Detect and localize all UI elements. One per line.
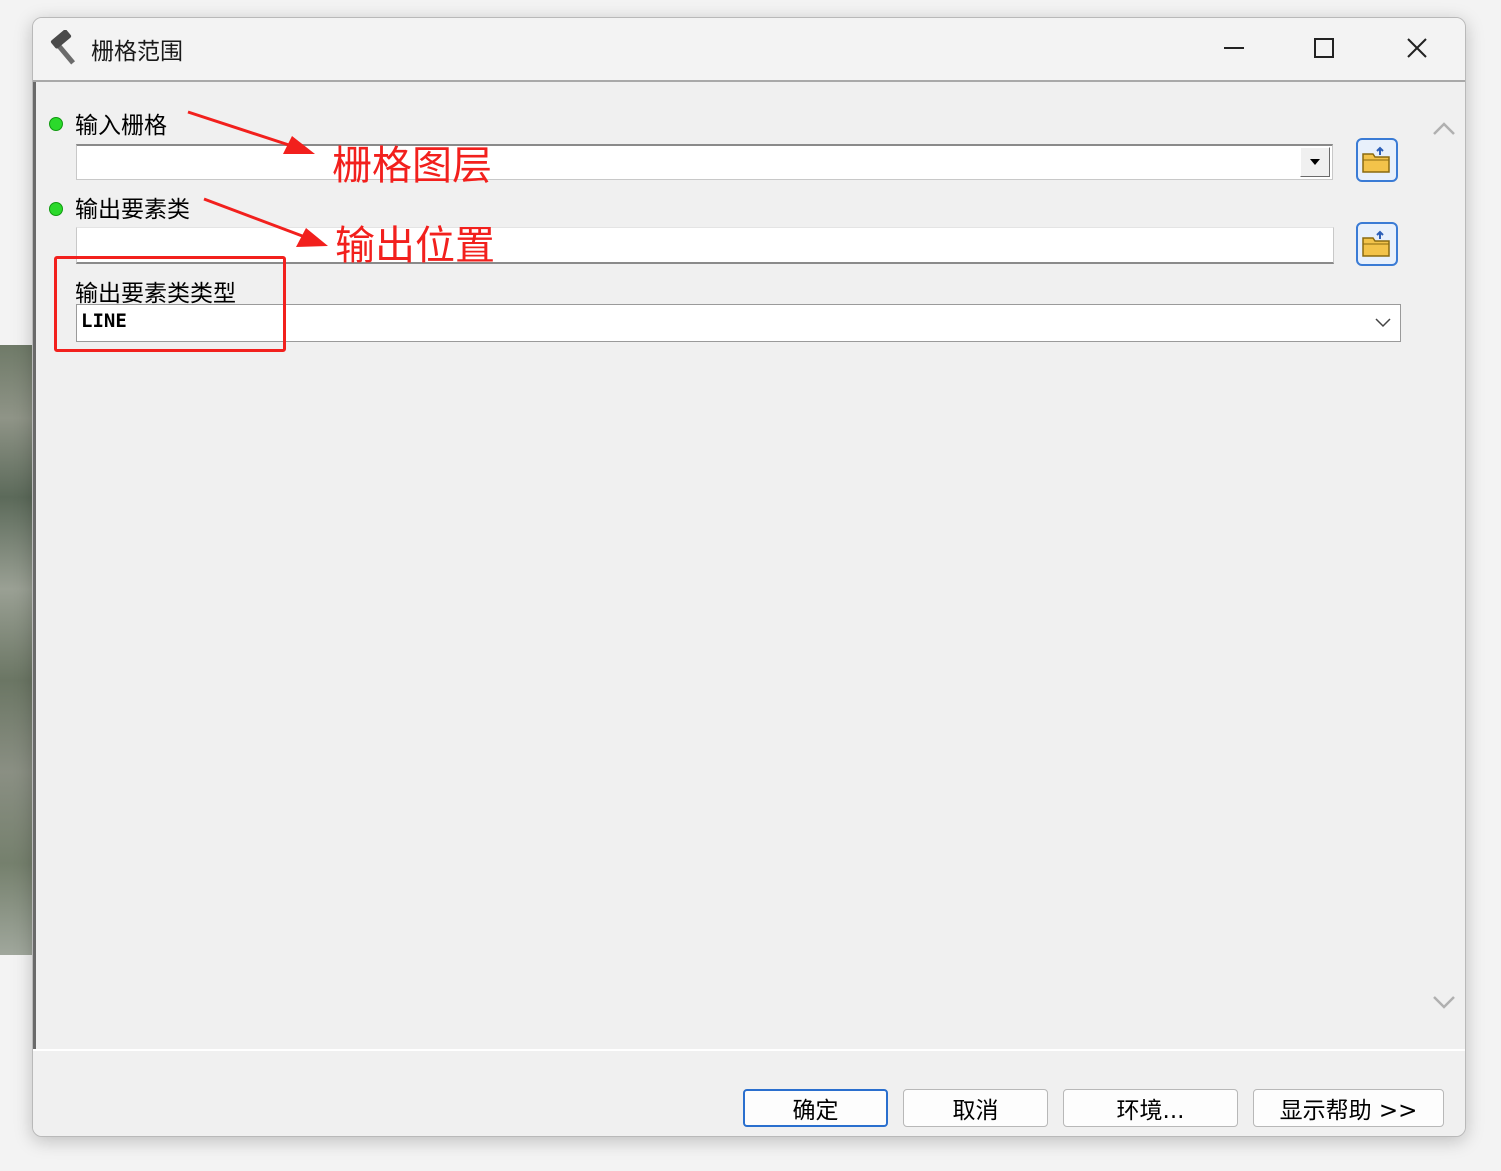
environments-button[interactable]: 环境... (1063, 1089, 1238, 1127)
close-button[interactable] (1387, 26, 1447, 70)
maximize-icon (1314, 38, 1334, 58)
background-map-image (0, 345, 36, 955)
parameters-panel: 输入栅格 输出要素类 输出要素类类型 LINE (33, 82, 1426, 1049)
chevron-up-icon (1433, 122, 1455, 135)
output-feature-class-label: 输出要素类 (75, 197, 190, 223)
title-bar: 栅格范围 (33, 18, 1465, 82)
hammer-icon (47, 29, 83, 66)
cancel-button[interactable]: 取消 (903, 1089, 1048, 1127)
scroll-down-button[interactable] (1428, 987, 1460, 1019)
chevron-down-icon (1375, 318, 1391, 328)
close-icon (1407, 38, 1427, 58)
window-title: 栅格范围 (91, 39, 183, 65)
minimize-icon (1224, 47, 1244, 49)
vertical-scrollbar[interactable] (1424, 82, 1465, 1049)
show-help-button[interactable]: 显示帮助 >> (1253, 1089, 1444, 1127)
required-indicator-icon (49, 117, 63, 131)
input-raster-label: 输入栅格 (75, 113, 167, 139)
open-folder-icon (1362, 230, 1390, 257)
annotation-raster-layer: 栅格图层 (332, 143, 492, 189)
annotation-output-location: 输出位置 (335, 223, 495, 269)
maximize-button[interactable] (1294, 26, 1354, 70)
input-raster-combobox[interactable] (76, 144, 1333, 180)
required-indicator-icon (49, 202, 63, 216)
scroll-up-button[interactable] (1428, 112, 1460, 144)
minimize-button[interactable] (1204, 26, 1264, 70)
open-folder-icon (1362, 146, 1390, 173)
input-raster-browse-button[interactable] (1356, 138, 1398, 182)
dialog-footer: 确定 取消 环境... 显示帮助 >> (33, 1049, 1465, 1136)
input-raster-dropdown-button[interactable] (1300, 147, 1330, 177)
annotation-highlight-box (54, 256, 286, 352)
chevron-down-icon (1433, 996, 1455, 1009)
tool-dialog: 栅格范围 输入栅格 输出要素类 输出要素类类型 LINE 确定 取消 环境...… (32, 17, 1466, 1137)
ok-button[interactable]: 确定 (743, 1089, 888, 1127)
chevron-down-icon (1310, 159, 1320, 165)
output-feature-class-browse-button[interactable] (1356, 222, 1398, 266)
